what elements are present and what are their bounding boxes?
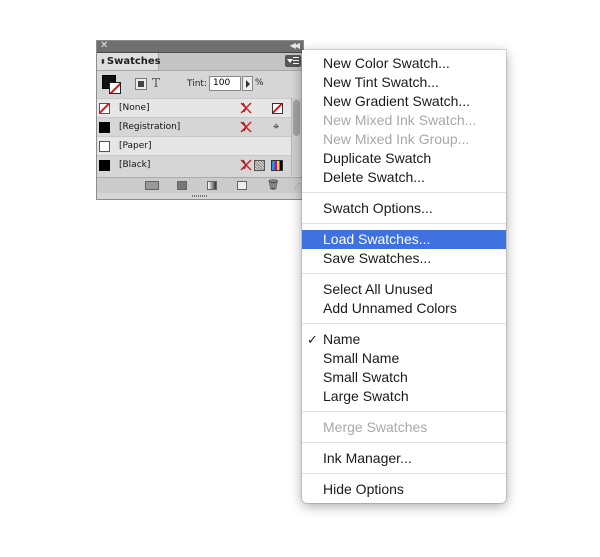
swatch-list: [None] [Registration] ⌖ [Paper] [Black]: [97, 98, 291, 176]
menu-item-new-color-swatch[interactable]: New Color Swatch...: [302, 54, 506, 73]
formatting-container-button[interactable]: [135, 78, 147, 90]
registration-swatch-chip: [99, 122, 110, 133]
swatch-row-none[interactable]: [None]: [97, 98, 291, 117]
menu-item-duplicate-swatch[interactable]: Duplicate Swatch: [302, 149, 506, 168]
show-color-swatches-icon[interactable]: [177, 181, 187, 190]
trash-icon[interactable]: 🗑: [267, 181, 280, 191]
menu-item-save-swatches[interactable]: Save Swatches...: [302, 249, 506, 268]
menu-separator: [302, 273, 506, 274]
menu-item-name[interactable]: ✓ Name: [302, 330, 506, 349]
menu-separator: [302, 442, 506, 443]
menu-separator: [302, 473, 506, 474]
tint-label: Tint:: [187, 79, 207, 89]
swatches-panel: ✕ ◀◀ ⬍Swatches T Tint: 100 % [None] [Reg…: [96, 40, 304, 200]
swatches-panel-menu: New Color Swatch... New Tint Swatch... New…: [302, 50, 506, 503]
menu-item-swatch-options[interactable]: Swatch Options...: [302, 199, 506, 218]
panel-menu-icon: [293, 57, 299, 65]
menu-item-small-swatch[interactable]: Small Swatch: [302, 368, 506, 387]
panel-tab-row: ⬍Swatches: [97, 53, 303, 71]
swatch-row-black[interactable]: [Black]: [97, 155, 291, 174]
panel-titlebar[interactable]: ✕ ◀◀: [97, 39, 303, 53]
menu-separator: [302, 192, 506, 193]
close-icon[interactable]: ✕: [100, 39, 108, 52]
menu-item-ink-manager[interactable]: Ink Manager...: [302, 449, 506, 468]
menu-separator: [302, 223, 506, 224]
stroke-swatch[interactable]: [109, 82, 121, 94]
menu-item-small-name[interactable]: Small Name: [302, 349, 506, 368]
panel-menu-button[interactable]: [285, 55, 301, 67]
swatch-label: [Black]: [119, 160, 151, 170]
swatch-row-registration[interactable]: [Registration] ⌖: [97, 117, 291, 136]
black-swatch-chip: [99, 160, 110, 171]
no-edit-icon: [240, 102, 252, 114]
swatch-list-scrollbar[interactable]: [291, 98, 302, 176]
show-all-swatches-icon[interactable]: [145, 181, 159, 190]
new-swatch-icon[interactable]: [237, 181, 247, 190]
menu-item-large-swatch[interactable]: Large Swatch: [302, 387, 506, 406]
tab-swatches[interactable]: ⬍Swatches: [97, 53, 161, 70]
resize-grip-icon[interactable]: ⋰: [294, 182, 301, 190]
none-swatch-chip: [99, 103, 110, 114]
no-edit-icon: [240, 121, 252, 133]
formatting-text-button[interactable]: T: [152, 76, 160, 90]
tab-arrows-icon: ⬍: [100, 58, 106, 66]
menu-item-load-swatches[interactable]: Load Swatches...: [302, 230, 506, 249]
panel-controls: T Tint: 100 %: [97, 71, 303, 97]
menu-item-add-unnamed-colors[interactable]: Add Unnamed Colors: [302, 299, 506, 318]
menu-item-delete-swatch[interactable]: Delete Swatch...: [302, 168, 506, 187]
menu-item-new-gradient-swatch[interactable]: New Gradient Swatch...: [302, 92, 506, 111]
process-color-icon: [254, 160, 265, 171]
checkmark-icon: ✓: [307, 332, 318, 347]
scrollbar-thumb[interactable]: [293, 100, 300, 136]
tint-input[interactable]: 100: [209, 76, 241, 91]
collapse-icon[interactable]: ◀◀: [290, 39, 300, 52]
menu-item-merge-swatches: Merge Swatches: [323, 419, 428, 435]
paper-swatch-chip: [99, 141, 110, 152]
cmyk-mode-icon: [271, 160, 283, 171]
menu-item-new-mixed-ink-swatch: New Mixed Ink Swatch...: [323, 112, 477, 128]
no-edit-icon: [240, 159, 252, 171]
menu-item-new-tint-swatch[interactable]: New Tint Swatch...: [302, 73, 506, 92]
registration-target-icon: ⌖: [273, 120, 280, 133]
show-gradient-swatches-icon[interactable]: [207, 181, 217, 190]
swatch-label: [Paper]: [119, 141, 152, 151]
fill-stroke-indicator[interactable]: [102, 75, 122, 95]
tint-slider-button[interactable]: [242, 76, 253, 91]
panel-resize-gripper[interactable]: [97, 193, 303, 199]
menu-separator: [302, 411, 506, 412]
panel-bottom-bar: 🗑 ⋰: [97, 177, 303, 193]
tint-unit: %: [255, 78, 264, 88]
menu-item-hide-options[interactable]: Hide Options: [302, 480, 506, 499]
swatch-label: [Registration]: [119, 122, 181, 132]
swatch-label: [None]: [119, 103, 150, 113]
none-type-icon: [272, 103, 283, 114]
menu-separator: [302, 323, 506, 324]
swatch-row-paper[interactable]: [Paper]: [97, 136, 291, 155]
tab-swatches-label: Swatches: [106, 56, 161, 67]
menu-item-select-all-unused[interactable]: Select All Unused: [302, 280, 506, 299]
menu-item-new-mixed-ink-group: New Mixed Ink Group...: [323, 131, 470, 147]
